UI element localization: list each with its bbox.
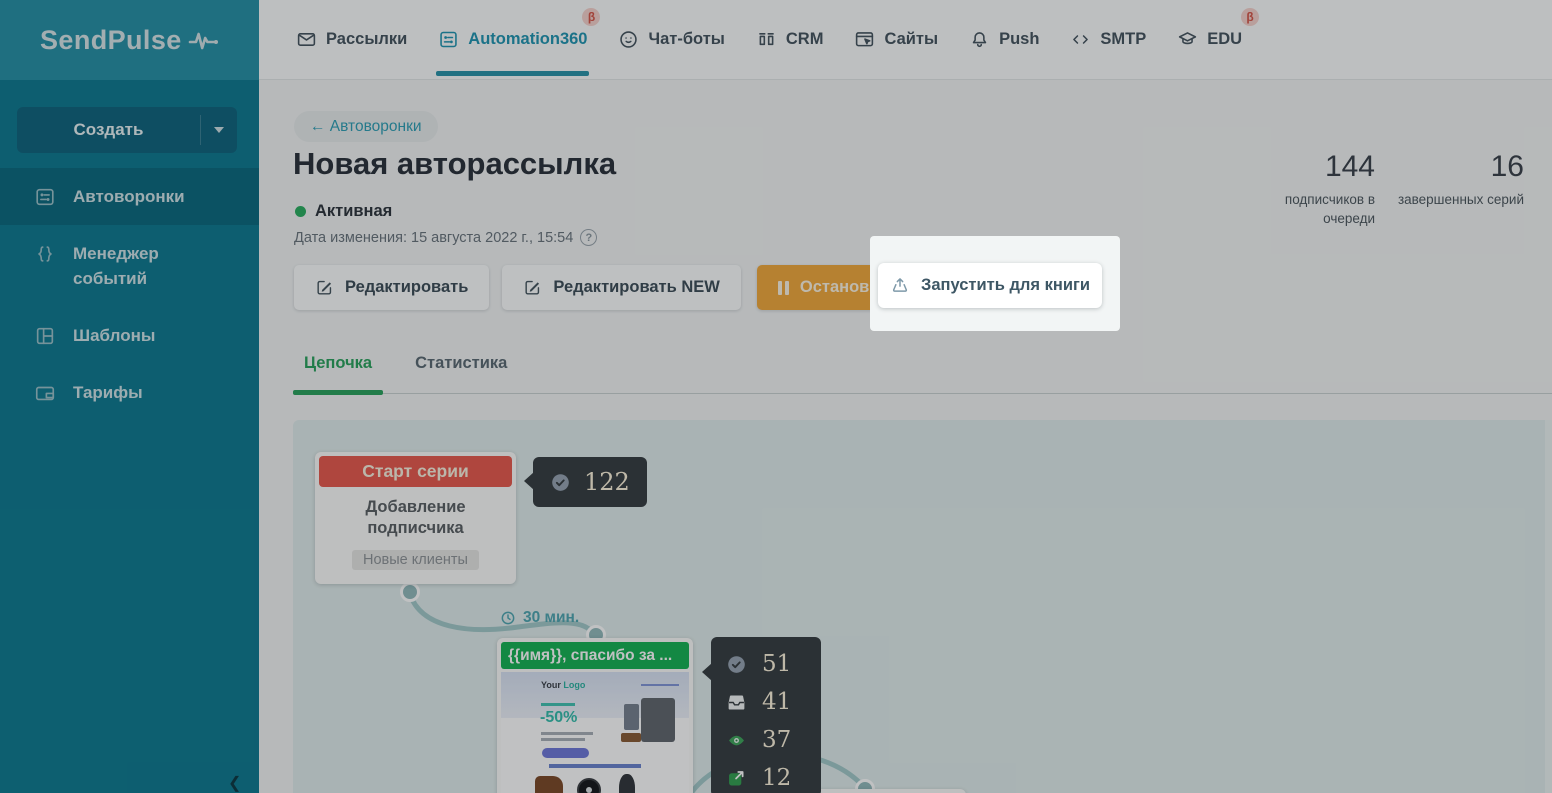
tour-spotlight-panel: Запустить для книги: [870, 236, 1120, 331]
launch-icon: [890, 276, 910, 296]
tour-dim-overlay: [0, 0, 1552, 793]
launch-label: Запустить для книги: [920, 276, 1090, 294]
launch-for-book-button[interactable]: Запустить для книги: [878, 263, 1102, 308]
